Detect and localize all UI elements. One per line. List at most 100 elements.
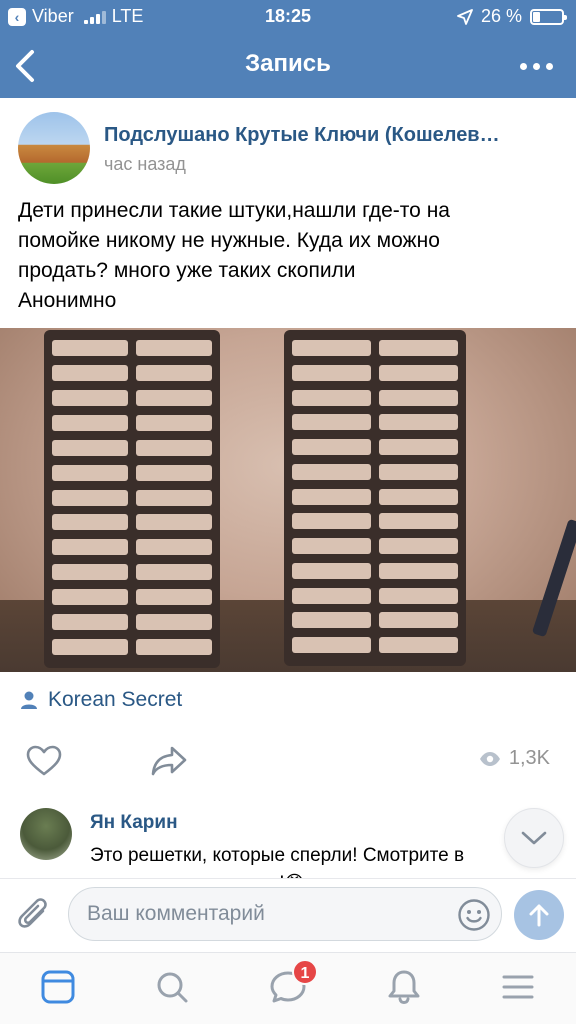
grate-slot xyxy=(52,514,128,531)
grate-slot xyxy=(379,463,458,480)
grate-slot xyxy=(136,489,212,506)
grate-slot xyxy=(292,414,371,431)
emoji-button[interactable] xyxy=(457,898,491,937)
grate-slot xyxy=(379,364,458,381)
post-header: Подслушано Крутые Ключи (Кошелев… час на… xyxy=(0,98,576,190)
grate-slot xyxy=(379,513,458,530)
location-arrow-icon xyxy=(457,8,473,25)
share-arrow-icon xyxy=(151,746,187,776)
grate-slot xyxy=(292,538,371,555)
grate-slot xyxy=(52,539,128,556)
send-button[interactable] xyxy=(514,890,564,940)
tab-news[interactable] xyxy=(38,967,78,1007)
grate-slot xyxy=(379,414,458,431)
tab-bar: 1 xyxy=(0,952,576,1024)
grate-slot xyxy=(136,439,212,456)
grate-slot xyxy=(136,589,212,606)
grate-left xyxy=(44,330,220,668)
grate-slot xyxy=(136,614,212,631)
grate-slot xyxy=(52,340,128,356)
smiley-icon xyxy=(458,899,490,931)
commenter-avatar[interactable] xyxy=(20,808,72,860)
comment-input[interactable] xyxy=(87,888,447,940)
post-photo[interactable] xyxy=(0,328,576,672)
grate-slot xyxy=(52,414,128,431)
top-bar: ‹ Viber LTE 18:25 26 % Запись xyxy=(0,0,576,98)
tab-menu[interactable] xyxy=(498,967,538,1007)
eye-icon xyxy=(479,751,500,766)
grate-slot xyxy=(52,639,128,656)
grate-slot xyxy=(379,439,458,456)
grate-slot xyxy=(52,464,128,481)
post-timestamp: час назад xyxy=(104,154,186,174)
grate-slot xyxy=(292,389,371,406)
grate-slot xyxy=(136,340,212,356)
search-icon xyxy=(157,972,188,1003)
post-author[interactable]: Korean Secret xyxy=(20,688,182,712)
messages-badge: 1 xyxy=(292,959,318,985)
grate-slot xyxy=(136,364,212,381)
comment-field[interactable] xyxy=(68,887,502,941)
bell-icon xyxy=(388,970,420,1005)
user-icon xyxy=(21,691,37,709)
grate-slot xyxy=(292,612,371,629)
commenter-name[interactable]: Ян Карин xyxy=(90,812,178,834)
grate-slot xyxy=(292,587,371,604)
battery-fill xyxy=(533,11,540,22)
tab-search[interactable] xyxy=(152,967,192,1007)
grate-slot xyxy=(52,364,128,381)
battery-percent: 26 % xyxy=(480,6,522,26)
grate-slot xyxy=(292,340,371,356)
grate-slot xyxy=(379,389,458,406)
share-button[interactable] xyxy=(150,745,188,782)
like-button[interactable] xyxy=(26,745,62,782)
grate-slot xyxy=(52,614,128,631)
grate-slot xyxy=(379,612,458,629)
grate-slot xyxy=(292,562,371,579)
grate-slot xyxy=(379,340,458,356)
post-text-line: Дети принесли такие штуки,нашли где-то н… xyxy=(18,199,450,222)
heart-icon xyxy=(26,745,62,776)
grate-slot xyxy=(136,464,212,481)
comment-input-bar xyxy=(0,878,576,950)
scroll-down-button[interactable] xyxy=(504,808,564,868)
more-dot-icon xyxy=(545,62,553,70)
status-bar: ‹ Viber LTE 18:25 26 % xyxy=(0,0,576,34)
hamburger-menu-icon xyxy=(502,975,534,999)
battery-icon xyxy=(530,8,567,25)
grate-slot xyxy=(52,589,128,606)
grate-slot xyxy=(52,489,128,506)
post-text-line: продать? много уже таких скопили xyxy=(18,259,356,282)
group-name-link[interactable]: Подслушано Крутые Ключи (Кошелев… xyxy=(104,124,564,147)
tab-notifications[interactable] xyxy=(384,967,424,1007)
post-text-line: Анонимно xyxy=(18,289,117,312)
post-actions: 1,3K xyxy=(0,735,576,785)
group-avatar[interactable] xyxy=(18,112,90,184)
more-dot-icon xyxy=(519,62,527,70)
arrow-up-icon xyxy=(529,904,549,927)
grate-slot xyxy=(136,414,212,431)
views-value: 1,3K xyxy=(508,747,550,769)
grate-slot xyxy=(379,538,458,555)
comment-item: Ян Карин Это решетки, которые сперли! См… xyxy=(0,800,576,880)
grate-slot xyxy=(52,439,128,456)
more-options-button[interactable] xyxy=(516,54,556,78)
grate-slot xyxy=(292,513,371,530)
more-dot-icon xyxy=(532,62,540,70)
grate-slot xyxy=(136,539,212,556)
grate-slot xyxy=(379,637,458,654)
grate-slot xyxy=(292,439,371,456)
grate-slot xyxy=(52,564,128,581)
nav-bar: Запись xyxy=(0,34,576,98)
post-text: Дети принесли такие штуки,нашли где-то н… xyxy=(18,196,563,316)
grate-slot xyxy=(136,564,212,581)
grate-slot xyxy=(136,514,212,531)
grate-slot xyxy=(52,389,128,406)
grate-slot xyxy=(379,562,458,579)
status-right: 26 % xyxy=(457,6,567,27)
attach-button[interactable] xyxy=(16,895,52,940)
grate-slot xyxy=(292,463,371,480)
grate-slot xyxy=(379,587,458,604)
page-title: Запись xyxy=(245,50,331,77)
tab-messages[interactable]: 1 xyxy=(268,959,318,1007)
